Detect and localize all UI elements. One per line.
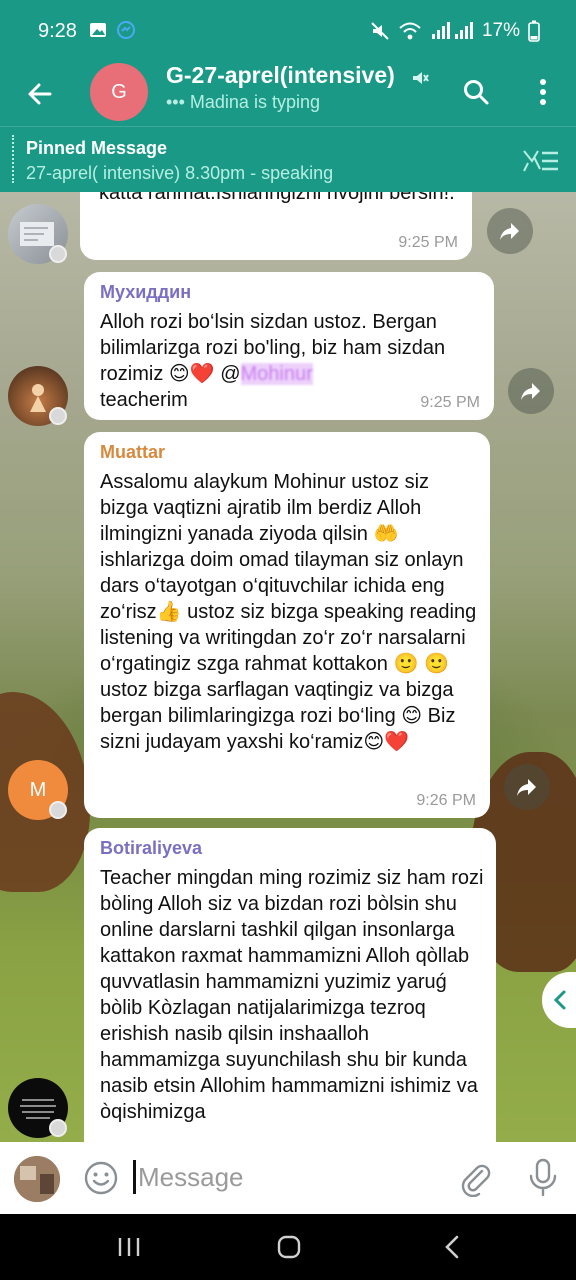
emoji-icon[interactable]: [82, 1159, 120, 1197]
message-text-end: teacherim: [100, 389, 188, 411]
home-icon[interactable]: [276, 1234, 302, 1260]
share-arrow-icon: [517, 779, 536, 796]
message-bubble[interactable]: Botiraliyeva Teacher mingdan ming rozimi…: [84, 828, 496, 1142]
messenger-icon: [117, 21, 135, 39]
pinned-message-bar[interactable]: Pinned Message 27-aprel( intensive) 8.30…: [0, 126, 576, 192]
message-input-bar: [0, 1142, 576, 1214]
scroll-side-handle[interactable]: [542, 972, 576, 1028]
message-sender[interactable]: Мухиддин: [100, 282, 480, 303]
forward-button[interactable]: [508, 368, 554, 414]
back-button[interactable]: [18, 72, 62, 116]
wifi-icon: [399, 22, 421, 40]
status-bar: 9:28 17%: [0, 0, 576, 62]
group-avatar-letter: G: [111, 80, 127, 103]
chat-messages[interactable]: katta rahmat.Ishlaringizni rivojini bers…: [0, 192, 576, 1142]
text-cursor: [133, 1160, 136, 1194]
message-time: 9:25 PM: [420, 394, 480, 411]
chat-header: G G-27-aprel(intensive) ••• Madina is ty…: [0, 62, 576, 126]
battery-icon: [528, 20, 540, 42]
pinned-list-icon[interactable]: [520, 147, 560, 175]
forward-button[interactable]: [504, 764, 550, 810]
more-vertical-icon: [540, 79, 546, 105]
arrow-left-icon: [28, 83, 52, 105]
microphone-icon[interactable]: [524, 1157, 562, 1197]
pinned-text: 27-aprel( intensive) 8.30pm - speaking: [26, 163, 334, 183]
online-status-dot: [49, 1119, 67, 1137]
status-system-icons: 17%: [370, 20, 540, 42]
gallery-icon: [90, 23, 106, 37]
mute-status-icon: [371, 22, 389, 40]
message-input[interactable]: [138, 1156, 428, 1198]
message-text: Teacher mingdan ming rozimiz siz ham roz…: [100, 867, 484, 1123]
online-status-dot: [49, 245, 67, 263]
message-time: 9:26 PM: [416, 792, 476, 809]
share-arrow-icon: [521, 383, 540, 400]
chevron-left-icon: [553, 990, 566, 1010]
send-as-avatar[interactable]: [14, 1156, 60, 1202]
chat-title[interactable]: G-27-aprel(intensive): [166, 62, 395, 89]
forward-button[interactable]: [487, 208, 533, 254]
muted-icon: [413, 72, 429, 84]
message-bubble[interactable]: Мухиддин Alloh rozi bo‘lsin sizdan ustoz…: [84, 272, 494, 420]
message-sender[interactable]: Botiraliyeva: [100, 838, 482, 859]
message-time: 9:25 PM: [398, 234, 458, 251]
message-sender[interactable]: Muattar: [100, 442, 476, 463]
share-arrow-icon: [500, 223, 519, 240]
message-bubble[interactable]: Muattar Assalomu alaykum Mohinur ustoz s…: [84, 432, 490, 818]
more-options-button[interactable]: [526, 72, 560, 112]
online-status-dot: [49, 407, 67, 425]
status-time: 9:28: [38, 20, 77, 42]
nav-back-icon[interactable]: [440, 1234, 466, 1260]
system-navigation-bar: [0, 1214, 576, 1280]
message-text: Assalomu alaykum Mohinur ustoz siz bizga…: [100, 471, 477, 753]
search-button[interactable]: [456, 72, 496, 112]
status-notification-icons: [88, 20, 136, 40]
battery-percent: 17%: [481, 20, 520, 41]
pinned-title: Pinned Message: [26, 138, 168, 158]
message-text: katta rahmat.Ishlaringizni rivojini bers…: [99, 192, 455, 204]
pinned-indicator: [12, 135, 14, 183]
mention-link[interactable]: Mohinur: [240, 363, 313, 385]
avatar-letter: M: [29, 778, 47, 801]
search-icon: [464, 80, 489, 105]
message-bubble[interactable]: katta rahmat.Ishlaringizni rivojini bers…: [80, 192, 472, 260]
signal-icon: [431, 22, 473, 39]
typing-status: ••• Madina is typing: [166, 92, 320, 112]
paperclip-icon[interactable]: [456, 1159, 494, 1197]
online-status-dot: [49, 801, 67, 819]
group-avatar[interactable]: G: [90, 63, 148, 121]
recent-apps-icon[interactable]: [116, 1234, 142, 1260]
